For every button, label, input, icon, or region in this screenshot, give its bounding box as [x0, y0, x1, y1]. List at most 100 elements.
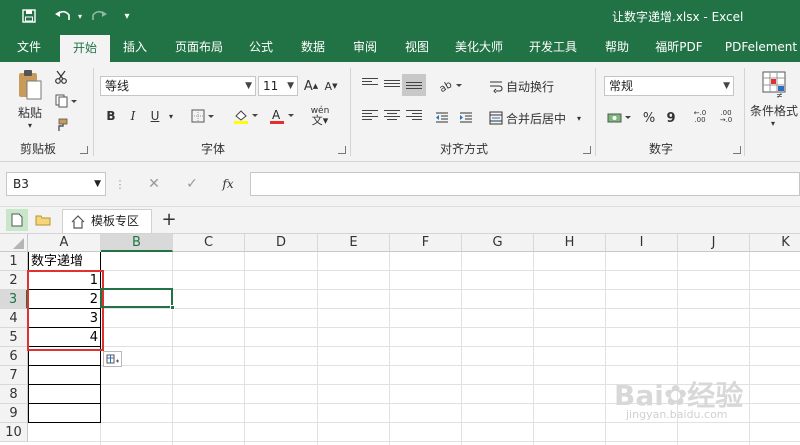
- decrease-indent-icon[interactable]: [432, 108, 452, 128]
- tab-foxit-pdf[interactable]: 福昕PDF: [648, 32, 710, 62]
- paste-dropdown-icon[interactable]: ▾: [22, 120, 38, 130]
- increase-font-size-icon[interactable]: A ▲: [302, 76, 320, 96]
- number-format-select[interactable]: 常规 ▼: [604, 76, 734, 96]
- wrap-text-icon[interactable]: [488, 76, 504, 96]
- phonetic-guide-button[interactable]: wén 文▾: [306, 104, 334, 128]
- fill-color-icon[interactable]: [230, 106, 262, 126]
- column-header-f[interactable]: F: [390, 234, 462, 252]
- italic-button[interactable]: I: [124, 106, 142, 126]
- undo-icon[interactable]: [50, 6, 76, 26]
- row-header-4[interactable]: 4: [0, 309, 28, 328]
- align-top-icon[interactable]: [362, 78, 378, 90]
- cut-icon[interactable]: [52, 68, 70, 86]
- column-header-d[interactable]: D: [245, 234, 318, 252]
- cell-a3[interactable]: 2: [28, 290, 101, 309]
- column-header-j[interactable]: J: [678, 234, 750, 252]
- orientation-icon[interactable]: ab: [436, 76, 466, 96]
- borders-icon[interactable]: [188, 106, 218, 126]
- select-all-corner[interactable]: [0, 234, 28, 252]
- conditional-format-dropdown-icon[interactable]: ▾: [766, 118, 780, 128]
- tab-beautify[interactable]: 美化大师: [448, 32, 510, 62]
- folder-icon[interactable]: [32, 209, 54, 231]
- save-icon[interactable]: [18, 6, 40, 26]
- alignment-launcher-icon[interactable]: [583, 146, 591, 154]
- tab-help[interactable]: 帮助: [596, 32, 638, 62]
- font-color-icon[interactable]: A: [266, 106, 298, 126]
- align-center-icon[interactable]: [384, 110, 400, 122]
- add-tab-button[interactable]: +: [158, 209, 180, 231]
- font-launcher-icon[interactable]: [338, 146, 346, 154]
- new-document-icon[interactable]: [6, 209, 28, 231]
- column-header-b[interactable]: B: [101, 234, 173, 252]
- increase-decimal-icon[interactable]: ←.0.00: [690, 106, 710, 128]
- align-middle-icon[interactable]: [384, 80, 400, 92]
- number-launcher-icon[interactable]: [733, 146, 741, 154]
- tab-view[interactable]: 视图: [396, 32, 438, 62]
- align-right-icon[interactable]: [406, 110, 422, 122]
- customize-quick-access-icon[interactable]: ▾: [118, 6, 136, 26]
- column-header-e[interactable]: E: [318, 234, 390, 252]
- tab-home[interactable]: 开始: [60, 35, 110, 62]
- column-header-h[interactable]: H: [534, 234, 606, 252]
- cancel-icon[interactable]: ✕: [142, 174, 166, 194]
- cell-a2[interactable]: 1: [28, 271, 101, 290]
- undo-dropdown-icon[interactable]: ▾: [76, 6, 84, 26]
- percent-style-button[interactable]: %: [640, 108, 658, 128]
- tab-file[interactable]: 文件: [6, 32, 52, 62]
- row-header-2[interactable]: 2: [0, 271, 28, 290]
- merge-center-icon[interactable]: [488, 108, 504, 128]
- wrap-text-button[interactable]: 自动换行: [506, 76, 566, 96]
- align-bottom-button[interactable]: [402, 74, 426, 96]
- row-header-1[interactable]: 1: [0, 252, 28, 271]
- font-name-select[interactable]: 等线 ▼: [100, 76, 256, 96]
- comma-style-button[interactable]: 9: [662, 108, 680, 128]
- conditional-format-button[interactable]: 条件格式: [750, 102, 800, 118]
- merge-center-button[interactable]: 合并后居中: [506, 108, 572, 128]
- decrease-font-size-icon[interactable]: A ▼: [322, 76, 340, 96]
- tab-pdfelement[interactable]: PDFelement: [722, 32, 800, 62]
- column-header-g[interactable]: G: [462, 234, 534, 252]
- tab-page-layout[interactable]: 页面布局: [166, 32, 232, 62]
- row-header-5[interactable]: 5: [0, 328, 28, 347]
- more-options-icon[interactable]: ⋮: [114, 174, 126, 194]
- bold-button[interactable]: B: [102, 106, 120, 126]
- row-header-7[interactable]: 7: [0, 366, 28, 385]
- tab-review[interactable]: 审阅: [344, 32, 386, 62]
- row-header-9[interactable]: 9: [0, 404, 28, 423]
- row-header-10[interactable]: 10: [0, 423, 28, 442]
- column-header-k[interactable]: K: [750, 234, 800, 252]
- clipboard-launcher-icon[interactable]: [80, 146, 88, 154]
- fill-handle[interactable]: [170, 305, 175, 310]
- row-header-3[interactable]: 3: [0, 290, 28, 309]
- align-left-icon[interactable]: [362, 110, 378, 122]
- enter-icon[interactable]: ✓: [180, 174, 204, 194]
- tab-developer[interactable]: 开发工具: [522, 32, 584, 62]
- copy-icon[interactable]: [52, 92, 80, 110]
- decrease-decimal-icon[interactable]: .00 →.0: [716, 106, 736, 128]
- paste-button[interactable]: 粘贴: [10, 104, 50, 120]
- tab-insert[interactable]: 插入: [114, 32, 156, 62]
- increase-indent-icon[interactable]: [456, 108, 476, 128]
- cell-a5[interactable]: 4: [28, 328, 101, 347]
- formula-input[interactable]: [250, 172, 800, 196]
- name-box[interactable]: B3 ▼: [6, 172, 106, 196]
- underline-dropdown-icon[interactable]: ▾: [166, 106, 176, 126]
- column-header-i[interactable]: I: [606, 234, 678, 252]
- underline-button[interactable]: U: [146, 106, 164, 126]
- redo-icon[interactable]: [88, 6, 110, 26]
- insert-function-icon[interactable]: fx: [216, 174, 240, 194]
- cell-a1[interactable]: 数字递增: [28, 252, 101, 271]
- cell-a4[interactable]: 3: [28, 309, 101, 328]
- format-painter-icon[interactable]: [52, 116, 70, 134]
- paste-icon[interactable]: [12, 68, 48, 102]
- worksheet-grid[interactable]: ABCDEFGHIJK 1 2 3 4 5 6 7 8 9 10 数字递增 1 2 3 4 Bai✿经验 …: [0, 234, 800, 445]
- accounting-format-icon[interactable]: [604, 108, 636, 128]
- font-size-select[interactable]: 11 ▼: [258, 76, 298, 96]
- merge-dropdown-icon[interactable]: ▾: [574, 108, 584, 128]
- row-header-8[interactable]: 8: [0, 385, 28, 404]
- row-header-6[interactable]: 6: [0, 347, 28, 366]
- conditional-format-icon[interactable]: ≠: [760, 70, 788, 100]
- column-header-c[interactable]: C: [173, 234, 245, 252]
- tab-formulas[interactable]: 公式: [240, 32, 282, 62]
- auto-fill-options-icon[interactable]: [103, 351, 122, 367]
